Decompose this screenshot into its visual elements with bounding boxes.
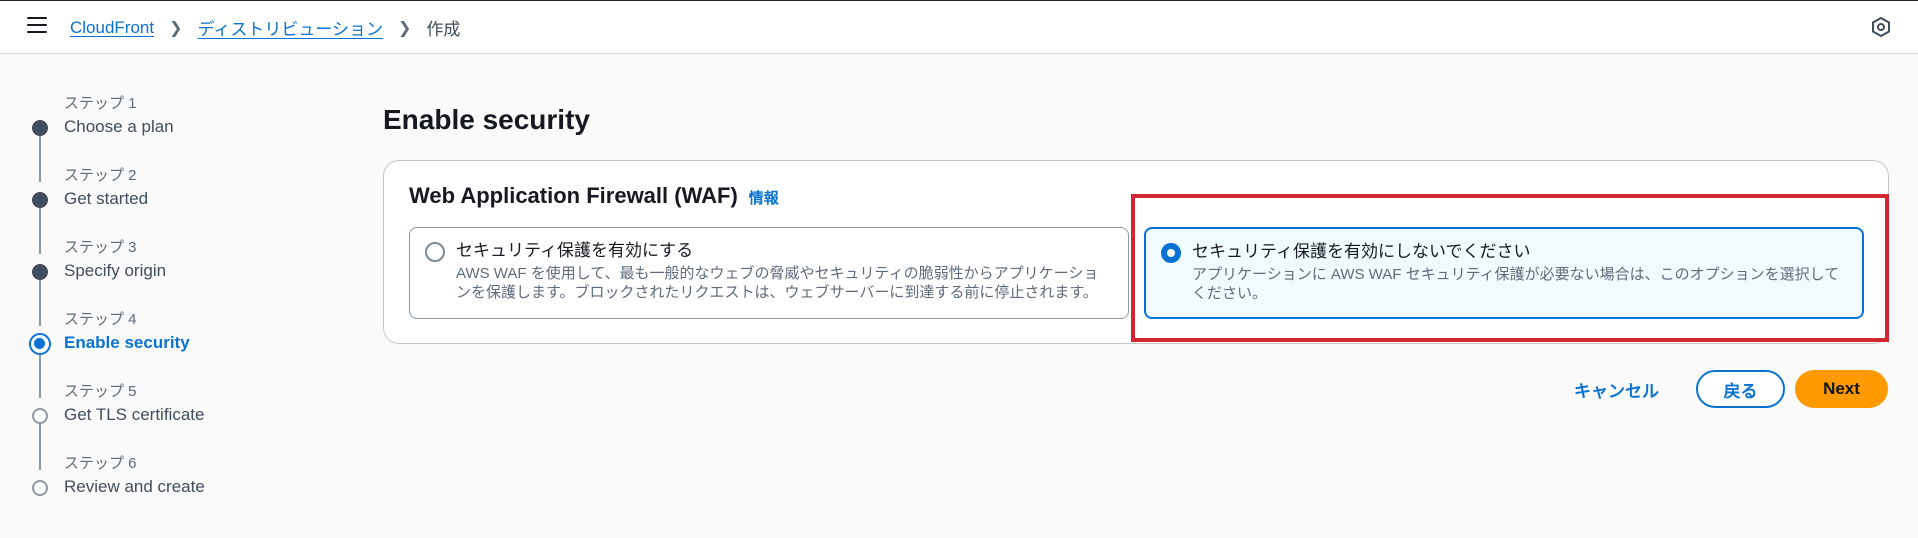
step-number: ステップ 6 — [64, 455, 137, 472]
step-number: ステップ 3 — [64, 239, 137, 256]
wizard-step-4: ステップ 4 Enable security — [28, 308, 328, 398]
cancel-button[interactable]: キャンセル — [1574, 377, 1659, 402]
chevron-right-icon: ❯ — [169, 19, 183, 37]
step-done-icon — [32, 192, 48, 208]
hexagon-settings-icon[interactable] — [1870, 16, 1892, 38]
step-number: ステップ 1 — [64, 95, 137, 112]
tile-description: アプリケーションに AWS WAF セキュリティ保護が必要ない場合は、このオプシ… — [1192, 266, 1840, 302]
breadcrumb-distributions[interactable]: ディストリビューション — [198, 15, 383, 40]
step-number: ステップ 4 — [64, 311, 137, 328]
waf-header: Web Application Firewall (WAF) 情報 — [409, 183, 779, 209]
step-done-icon — [32, 120, 48, 136]
disable-security-radio[interactable] — [1161, 243, 1181, 263]
form-actions: キャンセル 戻る Next — [1574, 370, 1888, 408]
step-title: Specify origin — [64, 261, 167, 280]
step-title: Review and create — [64, 477, 205, 496]
wizard-step-1[interactable]: ステップ 1 Choose a plan — [28, 92, 328, 182]
breadcrumb-current: 作成 — [426, 20, 461, 39]
step-done-icon — [32, 264, 48, 280]
wizard-steps: ステップ 1 Choose a plan ステップ 2 Get started … — [28, 90, 328, 522]
step-title: Get TLS certificate — [64, 405, 205, 424]
step-pending-icon — [32, 408, 48, 424]
top-navigation-bar: CloudFront ❯ ディストリビューション ❯ 作成 — [0, 0, 1918, 54]
info-link[interactable]: 情報 — [749, 187, 779, 208]
breadcrumb-cloudfront[interactable]: CloudFront — [70, 18, 154, 38]
wizard-step-2[interactable]: ステップ 2 Get started — [28, 164, 328, 254]
enable-security-tile[interactable]: セキュリティ保護を有効にする AWS WAF を使用して、最も一般的なウェブの脅… — [409, 227, 1129, 319]
wizard-step-3[interactable]: ステップ 3 Specify origin — [28, 236, 328, 326]
tile-title: セキュリティ保護を有効にする — [456, 241, 694, 260]
step-pending-icon — [32, 480, 48, 496]
step-title: Get started — [64, 189, 149, 208]
next-button[interactable]: Next — [1795, 370, 1888, 408]
enable-security-radio[interactable] — [425, 242, 445, 262]
wizard-step-6: ステップ 6 Review and create — [28, 452, 328, 522]
back-button[interactable]: 戻る — [1696, 370, 1785, 408]
chevron-right-icon: ❯ — [398, 19, 412, 37]
breadcrumb: CloudFront ❯ ディストリビューション ❯ 作成 — [70, 15, 460, 40]
step-number: ステップ 5 — [64, 383, 137, 400]
tile-description: AWS WAF を使用して、最も一般的なウェブの脅威やセキュリティの脆弱性からア… — [456, 265, 1099, 301]
waf-title: Web Application Firewall (WAF) — [409, 183, 738, 208]
tile-title: セキュリティ保護を有効にしないでください — [1192, 242, 1531, 261]
step-number: ステップ 2 — [64, 167, 137, 184]
step-title: Choose a plan — [64, 117, 174, 136]
wizard-step-5: ステップ 5 Get TLS certificate — [28, 380, 328, 470]
waf-container: Web Application Firewall (WAF) 情報 セキュリティ… — [383, 160, 1889, 344]
step-title: Enable security — [64, 333, 190, 352]
step-active-icon — [29, 333, 51, 355]
hamburger-menu-icon[interactable] — [27, 17, 47, 35]
disable-security-tile[interactable]: セキュリティ保護を有効にしないでください アプリケーションに AWS WAF セ… — [1144, 227, 1864, 319]
page-title: Enable security — [383, 104, 590, 135]
